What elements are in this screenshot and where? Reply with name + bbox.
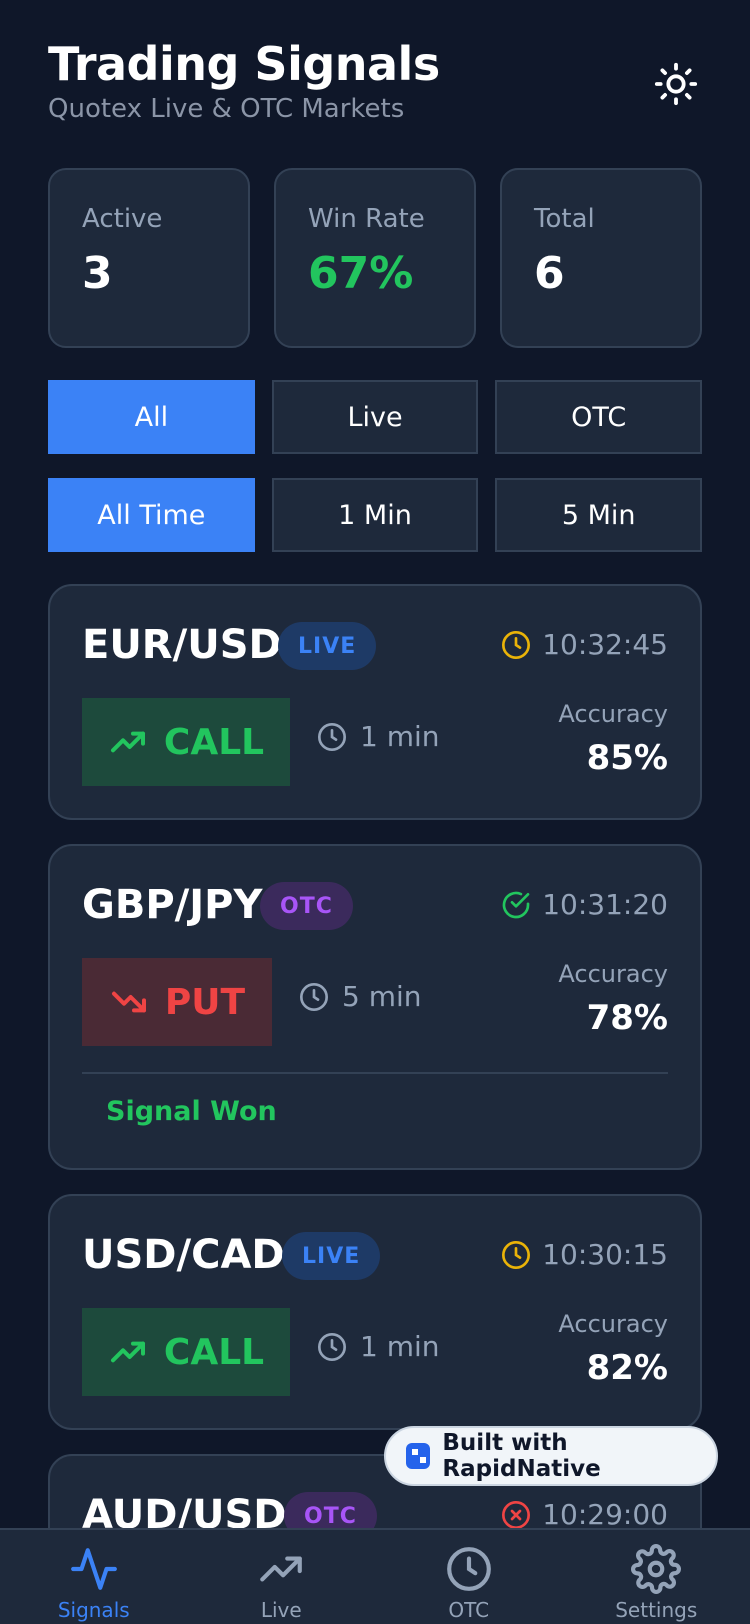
direction-label: PUT <box>164 981 246 1023</box>
trending-up-icon <box>110 731 145 753</box>
signal-time-text: 10:30:15 <box>542 1238 668 1271</box>
trending-up-icon <box>260 1556 303 1582</box>
filter-1-min[interactable]: 1 Min <box>271 478 479 552</box>
check-circle-icon <box>502 891 530 918</box>
card-divider <box>82 1072 668 1074</box>
accuracy-value: 78% <box>586 998 668 1038</box>
built-with-text: Built with RapidNative <box>442 1430 601 1482</box>
direction-label: CALL <box>163 721 265 763</box>
direction-label: CALL <box>163 1331 265 1373</box>
signal-pair: USD/CAD <box>82 1232 285 1278</box>
stat-win-rate: Win Rate 67% <box>274 168 476 348</box>
signal-time: 10:31:20 <box>500 888 668 921</box>
stat-value: 67% <box>308 248 414 299</box>
signal-card[interactable]: USD/CAD LIVE 10:30:15 CALL 1 min Accurac… <box>48 1194 702 1430</box>
direction-call: CALL <box>82 698 290 786</box>
stat-value: 3 <box>82 248 113 299</box>
accuracy-label: Accuracy <box>558 700 668 728</box>
signal-time-text: 10:32:45 <box>542 628 668 661</box>
direction-call: CALL <box>82 1308 290 1396</box>
stat-label: Total <box>534 204 595 234</box>
activity-icon <box>70 1548 117 1590</box>
duration-text: 5 min <box>342 980 422 1013</box>
filter-all[interactable]: All <box>48 380 255 454</box>
market-badge: LIVE <box>278 622 377 670</box>
signal-time: 10:32:45 <box>500 628 668 661</box>
nav-signals[interactable]: Signals <box>0 1530 188 1624</box>
filter-otc[interactable]: OTC <box>495 380 703 454</box>
signal-duration: 1 min <box>316 720 440 753</box>
signal-duration: 5 min <box>298 980 422 1013</box>
duration-text: 1 min <box>360 1330 440 1363</box>
signal-time-text: 10:29:00 <box>542 1498 668 1531</box>
nav-label: Signals <box>57 1598 130 1622</box>
stat-label: Win Rate <box>308 204 425 234</box>
accuracy-block: Accuracy 85% <box>558 700 668 778</box>
filter-5-min[interactable]: 5 Min <box>495 478 703 552</box>
accuracy-block: Accuracy 82% <box>558 1310 668 1388</box>
accuracy-label: Accuracy <box>558 960 668 988</box>
duration-text: 1 min <box>360 720 440 753</box>
stats-row: Active 3 Win Rate 67% Total 6 <box>48 168 702 348</box>
accuracy-value: 82% <box>586 1348 668 1388</box>
nav-label: Settings <box>615 1598 698 1622</box>
time-filter-row: All Time 1 Min 5 Min <box>48 478 703 552</box>
accuracy-block: Accuracy 78% <box>558 960 668 1038</box>
stat-label: Active <box>82 204 163 234</box>
signal-result: Signal Won <box>106 1096 277 1127</box>
bottom-nav: Signals Live OTC Settings <box>0 1528 750 1624</box>
clock-icon <box>300 982 328 1011</box>
stat-active: Active 3 <box>48 168 250 348</box>
nav-label: Live <box>260 1598 302 1622</box>
signal-duration: 1 min <box>316 1330 440 1363</box>
trading-signals-screen: Trading Signals Quotex Live & OTC Market… <box>0 0 750 1624</box>
signal-pair: EUR/USD <box>82 622 282 668</box>
nav-otc[interactable]: OTC <box>375 1530 563 1624</box>
trending-up-icon <box>110 1341 145 1363</box>
market-filter-row: All Live OTC <box>48 380 703 454</box>
stat-value: 6 <box>534 248 565 299</box>
direction-put: PUT <box>82 958 272 1046</box>
filter-all-time[interactable]: All Time <box>48 478 255 552</box>
signal-time: 10:29:00 <box>500 1498 668 1531</box>
filter-live[interactable]: Live <box>271 380 479 454</box>
nav-label: OTC <box>448 1598 490 1622</box>
accuracy-value: 85% <box>586 738 668 778</box>
nav-live[interactable]: Live <box>188 1530 376 1624</box>
x-circle-icon <box>502 1500 531 1529</box>
trending-down-icon <box>111 991 146 1013</box>
page-subtitle: Quotex Live & OTC Markets <box>48 94 405 124</box>
theme-toggle-button[interactable] <box>650 58 702 110</box>
page-title: Trading Signals <box>48 37 440 91</box>
signal-time: 10:30:15 <box>500 1238 668 1271</box>
stat-total: Total 6 <box>500 168 702 348</box>
clock-icon <box>446 1547 491 1591</box>
signal-time-text: 10:31:20 <box>542 888 668 921</box>
clock-icon <box>502 630 531 659</box>
clock-icon <box>318 1332 346 1361</box>
market-badge: OTC <box>260 882 353 930</box>
built-with-badge[interactable]: Built with RapidNative <box>384 1426 718 1486</box>
accuracy-label: Accuracy <box>558 1310 668 1338</box>
rapidnative-logo-icon <box>406 1443 431 1469</box>
signal-card[interactable]: EUR/USD LIVE 10:32:45 CALL 1 min Accurac… <box>48 584 702 820</box>
market-badge: LIVE <box>282 1232 381 1280</box>
sun-icon <box>654 62 698 106</box>
nav-settings[interactable]: Settings <box>563 1530 750 1624</box>
signal-pair: GBP/JPY <box>82 882 263 928</box>
clock-icon <box>502 1240 531 1269</box>
header: Trading Signals Quotex Live & OTC Market… <box>48 36 702 136</box>
gear-icon <box>631 1544 682 1594</box>
clock-icon <box>318 722 346 751</box>
signal-card[interactable]: GBP/JPY OTC 10:31:20 PUT 5 min Accuracy … <box>48 844 702 1170</box>
